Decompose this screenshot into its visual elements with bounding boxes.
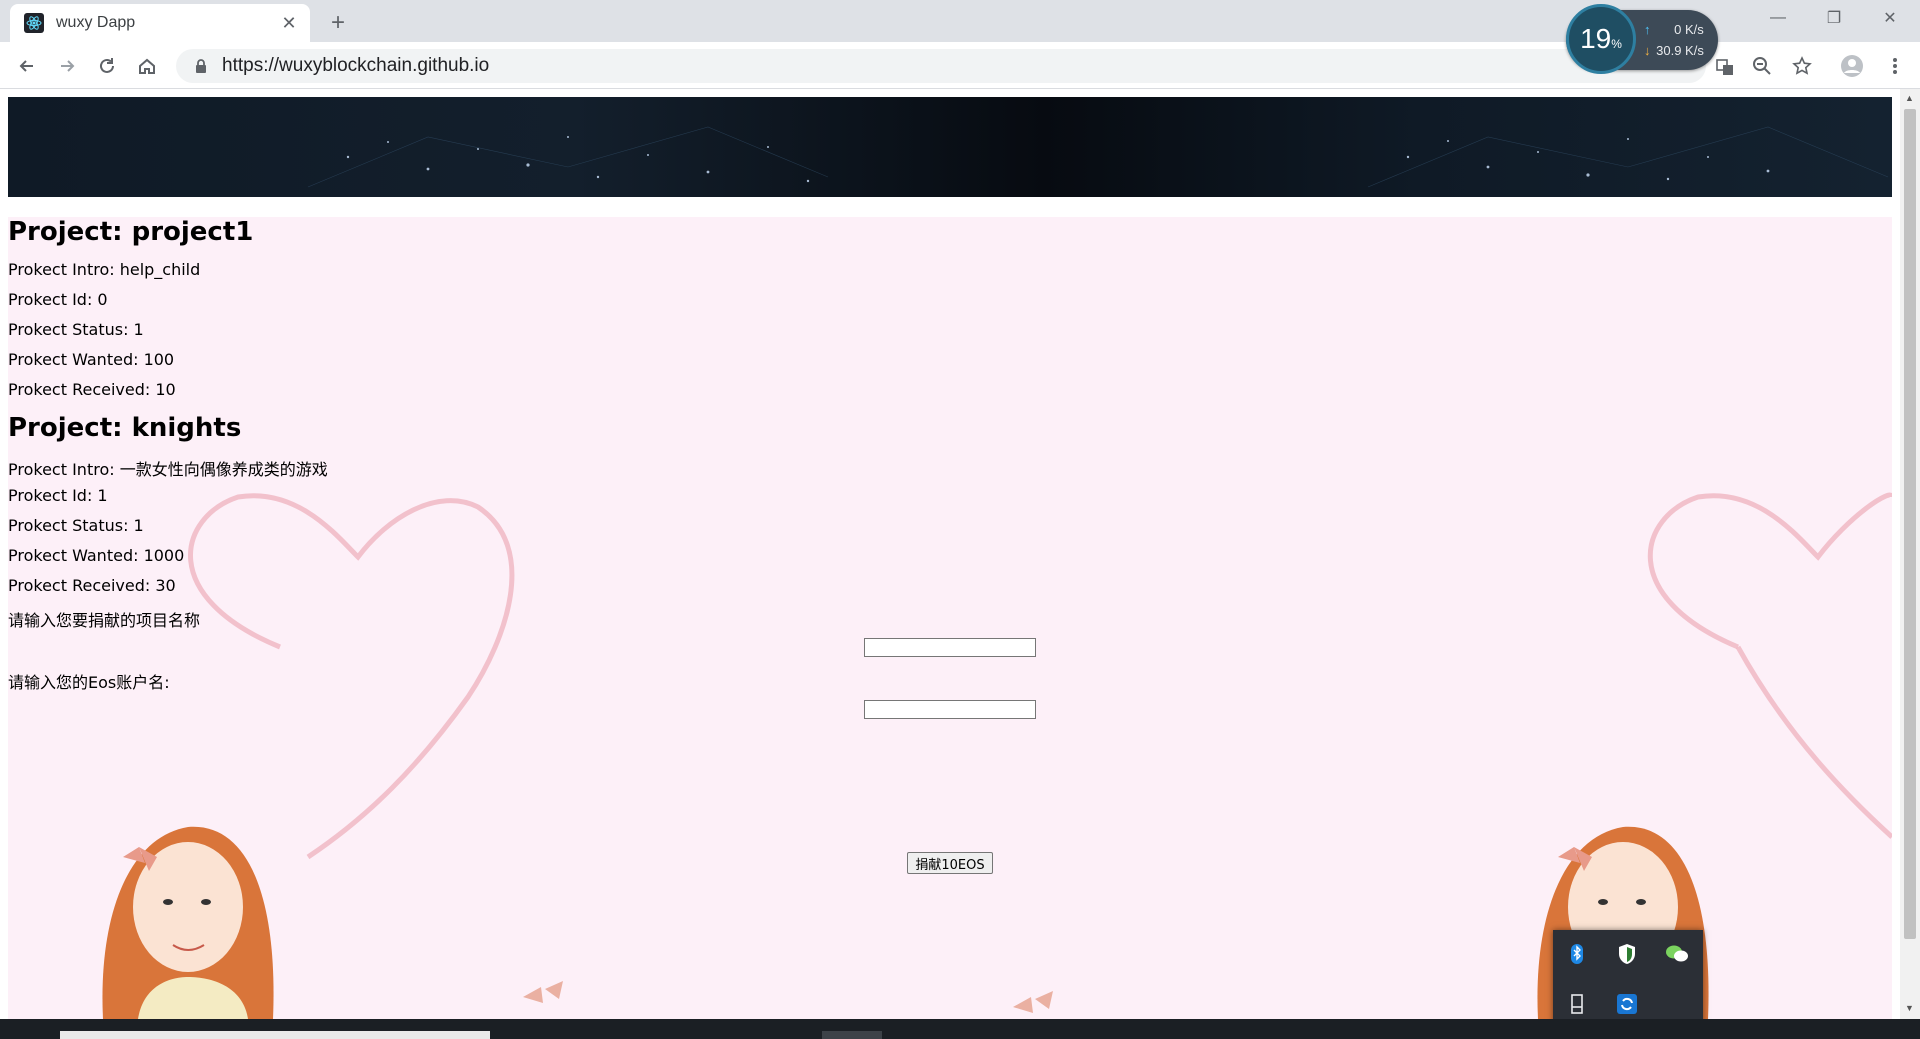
project-id: Prokect Id: 0 bbox=[8, 290, 108, 309]
bluetooth-icon[interactable] bbox=[1563, 940, 1591, 968]
taskbar-app-button[interactable] bbox=[822, 1031, 882, 1039]
sync-app-icon[interactable] bbox=[1613, 990, 1641, 1018]
scroll-up-icon[interactable]: ▲ bbox=[1905, 93, 1914, 103]
network-speed-widget[interactable]: 19% ↑ 0 K/s ↓ 30.9 K/s bbox=[1566, 4, 1718, 74]
forward-button[interactable] bbox=[52, 51, 82, 81]
project-wanted: Prokect Wanted: 100 bbox=[8, 350, 175, 369]
gauge-percent-unit: % bbox=[1611, 37, 1622, 51]
usb-device-icon[interactable] bbox=[1563, 990, 1591, 1018]
menu-dots-icon[interactable] bbox=[1880, 51, 1910, 81]
download-speed: ↓ 30.9 K/s bbox=[1644, 43, 1704, 58]
donate-button[interactable]: 捐献10EOS bbox=[907, 852, 993, 874]
back-arrow-icon bbox=[19, 60, 33, 72]
project-name-input[interactable] bbox=[864, 638, 1036, 657]
back-button[interactable] bbox=[12, 51, 42, 81]
project-received: Prokect Received: 30 bbox=[8, 576, 176, 595]
scroll-down-icon[interactable]: ▼ bbox=[1905, 1003, 1914, 1013]
react-favicon-icon bbox=[24, 13, 44, 33]
tab-title: wuxy Dapp bbox=[56, 14, 136, 31]
cpu-gauge: 19% bbox=[1566, 4, 1636, 74]
project-title: Project: project1 bbox=[8, 217, 254, 247]
project-id: Prokect Id: 1 bbox=[8, 486, 108, 505]
project-intro: Prokect Intro: 一款女性向偶像养成类的游戏 bbox=[8, 460, 328, 479]
zoom-icon[interactable] bbox=[1747, 51, 1777, 81]
system-tray-popup bbox=[1553, 930, 1703, 1030]
donation-content: Project: project1 Prokect Intro: help_ch… bbox=[8, 217, 1892, 1019]
gauge-percent: 19 bbox=[1580, 23, 1612, 54]
new-tab-button[interactable]: + bbox=[324, 9, 352, 37]
project-name-label: 请输入您要捐献的项目名称 bbox=[8, 611, 201, 630]
home-button[interactable] bbox=[132, 51, 162, 81]
star-icon[interactable] bbox=[1787, 51, 1817, 81]
project-status: Prokect Status: 1 bbox=[8, 320, 144, 339]
restore-button[interactable]: ❐ bbox=[1806, 0, 1862, 36]
scroll-thumb[interactable] bbox=[1904, 109, 1916, 939]
minimize-button[interactable]: — bbox=[1750, 0, 1806, 36]
page-scrollbar[interactable]: ▲ ▼ bbox=[1900, 89, 1920, 1019]
project-intro: Prokect Intro: help_child bbox=[8, 260, 201, 279]
home-icon bbox=[139, 58, 155, 74]
upload-speed: ↑ 0 K/s bbox=[1644, 22, 1704, 37]
reload-button[interactable] bbox=[92, 51, 122, 81]
project-title: Project: knights bbox=[8, 413, 242, 443]
taskbar-search-box[interactable] bbox=[60, 1031, 490, 1039]
project-status: Prokect Status: 1 bbox=[8, 516, 144, 535]
url-text[interactable]: https://wuxyblockchain.github.io bbox=[222, 55, 489, 77]
os-taskbar bbox=[0, 1019, 1920, 1039]
security-shield-icon[interactable] bbox=[1613, 940, 1641, 968]
project-wanted: Prokect Wanted: 1000 bbox=[8, 546, 185, 565]
eos-account-label: 请输入您的Eos账户名: bbox=[8, 673, 170, 692]
reload-icon bbox=[100, 58, 114, 73]
lock-icon[interactable] bbox=[192, 57, 210, 75]
header-banner bbox=[8, 97, 1892, 197]
window-close-button[interactable]: ✕ bbox=[1862, 0, 1918, 36]
address-bar[interactable]: https://wuxyblockchain.github.io bbox=[176, 49, 1733, 83]
profile-icon[interactable] bbox=[1837, 51, 1867, 81]
upload-speed-value: 0 K/s bbox=[1674, 22, 1704, 37]
download-arrow-icon: ↓ bbox=[1644, 43, 1651, 58]
translate-icon[interactable] bbox=[1712, 54, 1738, 80]
girl-illustration-left bbox=[102, 826, 274, 1019]
tab-close-icon[interactable]: ✕ bbox=[278, 12, 300, 34]
eos-account-input[interactable] bbox=[864, 700, 1036, 719]
browser-tab[interactable]: wuxy Dapp ✕ bbox=[10, 4, 310, 42]
wechat-icon[interactable] bbox=[1663, 940, 1691, 968]
page-viewport: Project: project1 Prokect Intro: help_ch… bbox=[0, 89, 1900, 1019]
forward-arrow-icon bbox=[61, 60, 75, 72]
upload-arrow-icon: ↑ bbox=[1644, 22, 1651, 37]
download-speed-value: 30.9 K/s bbox=[1656, 43, 1704, 58]
project-received: Prokect Received: 10 bbox=[8, 380, 176, 399]
starfield-decoration bbox=[307, 126, 1889, 188]
